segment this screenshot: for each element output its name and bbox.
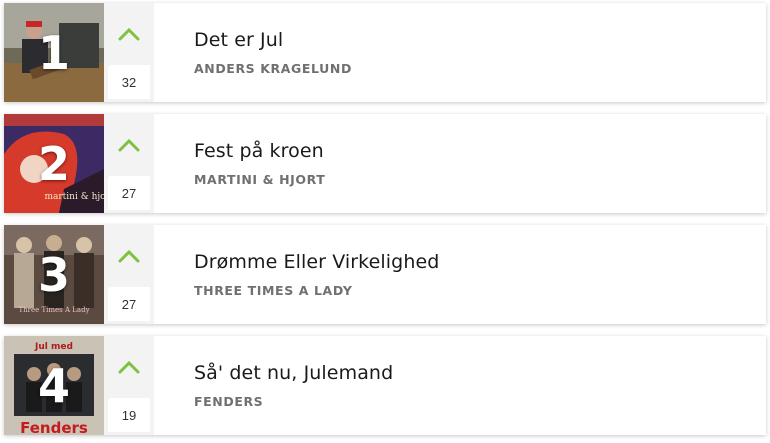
upvote-arrow-icon[interactable] (118, 138, 140, 152)
vote-count: 27 (108, 176, 150, 210)
song-info: Det er Jul ANDERS KRAGELUND (154, 3, 352, 102)
vote-column: 27 (104, 225, 154, 324)
song-title[interactable]: Det er Jul (194, 29, 352, 51)
artist-name[interactable]: ANDERS KRAGELUND (194, 61, 352, 76)
chart-row[interactable]: Jul med Fenders 4 19 Så' det nu, Juleman… (4, 336, 766, 435)
rank-number: 1 (37, 25, 70, 80)
upvote-arrow-icon[interactable] (118, 27, 140, 41)
upvote-arrow-icon[interactable] (118, 249, 140, 263)
song-chart-list: 1 32 Det er Jul ANDERS KRAGELUND martini… (0, 0, 770, 443)
artist-name[interactable]: FENDERS (194, 394, 393, 409)
rank-number: 4 (37, 358, 70, 413)
song-title[interactable]: Drømme Eller Virkelighed (194, 251, 439, 273)
chart-row[interactable]: martini & hjort 2 27 Fest på kroen MARTI… (4, 114, 766, 213)
vote-column: 32 (104, 3, 154, 102)
vote-count: 19 (108, 398, 150, 432)
vote-count: 27 (108, 287, 150, 321)
song-info: Drømme Eller Virkelighed THREE TIMES A L… (154, 225, 439, 324)
chart-row[interactable]: Three Times A Lady 3 27 Drømme Eller Vir… (4, 225, 766, 324)
artist-name[interactable]: MARTINI & HJORT (194, 172, 325, 187)
vote-column: 27 (104, 114, 154, 213)
upvote-arrow-icon[interactable] (118, 360, 140, 374)
album-cover[interactable]: Three Times A Lady 3 (4, 225, 104, 324)
song-title[interactable]: Så' det nu, Julemand (194, 362, 393, 384)
song-title[interactable]: Fest på kroen (194, 140, 325, 162)
artist-name[interactable]: THREE TIMES A LADY (194, 283, 439, 298)
album-cover[interactable]: 1 (4, 3, 104, 102)
song-info: Så' det nu, Julemand FENDERS (154, 336, 393, 435)
song-info: Fest på kroen MARTINI & HJORT (154, 114, 325, 213)
rank-number: 2 (37, 136, 70, 191)
vote-count: 32 (108, 65, 150, 99)
album-cover[interactable]: Jul med Fenders 4 (4, 336, 104, 435)
chart-row[interactable]: 1 32 Det er Jul ANDERS KRAGELUND (4, 3, 766, 102)
album-cover[interactable]: martini & hjort 2 (4, 114, 104, 213)
vote-column: 19 (104, 336, 154, 435)
rank-number: 3 (37, 247, 70, 302)
